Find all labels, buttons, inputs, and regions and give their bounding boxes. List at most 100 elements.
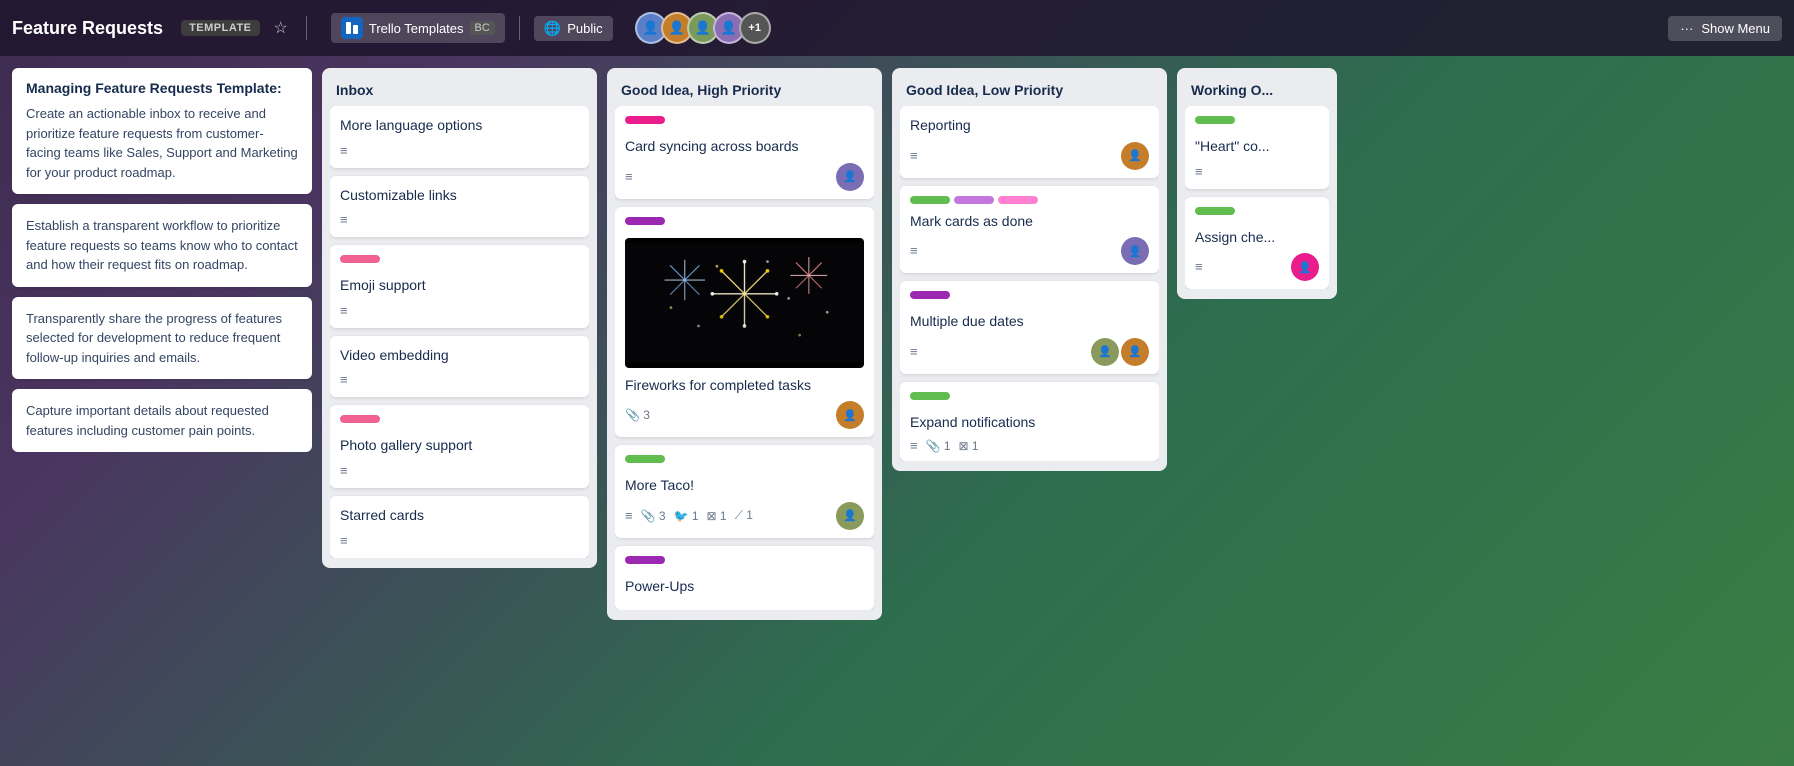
- card-assign[interactable]: Assign che... 👤: [1185, 197, 1329, 290]
- column-good-high-title: Good Idea, High Priority: [615, 78, 874, 106]
- card-title: Emoji support: [340, 276, 579, 296]
- template-badge: TEMPLATE: [181, 20, 259, 36]
- description-icon: [910, 343, 918, 361]
- card-icons: 📎 3 🐦 1 ⊠ 1 ⟋ 1: [625, 508, 753, 523]
- description-icon: [1195, 163, 1203, 180]
- board-content: Managing Feature Requests Template: Crea…: [0, 56, 1794, 766]
- attachment-count: 📎 1: [926, 439, 951, 453]
- card-reporting[interactable]: Reporting 👤: [900, 106, 1159, 178]
- card-avatars: 👤 👤: [1091, 338, 1149, 366]
- card-footer: 👤: [625, 163, 864, 191]
- working-cards-list: "Heart" co... Assign che... 👤: [1185, 106, 1329, 289]
- card-title: Card syncing across boards: [625, 137, 864, 157]
- column-good-low-title: Good Idea, Low Priority: [900, 78, 1159, 106]
- card-member-avatar: 👤: [1091, 338, 1119, 366]
- card-title: Assign che...: [1195, 228, 1319, 248]
- card-customizable-links[interactable]: Customizable links: [330, 176, 589, 238]
- card-multiple-due-dates[interactable]: Multiple due dates 👤 👤: [900, 281, 1159, 374]
- card-footer: 👤: [910, 142, 1149, 170]
- column-good-low: Good Idea, Low Priority Reporting 👤 Mark…: [892, 68, 1167, 471]
- card-member-avatar: 👤: [836, 502, 864, 530]
- column-inbox-title: Inbox: [330, 78, 589, 106]
- card-label: [1195, 207, 1235, 215]
- header-divider: [306, 16, 307, 40]
- card-card-syncing[interactable]: Card syncing across boards 👤: [615, 106, 874, 199]
- card-footer: 👤: [910, 237, 1149, 265]
- slash-count: ⟋ 1: [735, 508, 753, 523]
- card-title: Video embedding: [340, 346, 579, 366]
- card-title: Multiple due dates: [910, 312, 1149, 332]
- card-title: Reporting: [910, 116, 1149, 136]
- card-fireworks[interactable]: Fireworks for completed tasks 📎 3 👤: [615, 207, 874, 438]
- good-low-cards-list: Reporting 👤 Mark cards as done 👤: [900, 106, 1159, 461]
- card-cover-image: [625, 238, 864, 368]
- card-label: [625, 556, 665, 564]
- good-high-cards-list: Card syncing across boards 👤: [615, 106, 874, 610]
- card-photo-gallery[interactable]: Photo gallery support: [330, 405, 589, 488]
- workspace-button[interactable]: Trello Templates BC: [331, 13, 505, 43]
- card-label: [625, 217, 665, 225]
- card-label-pink: [340, 255, 380, 263]
- card-member-avatar: 👤: [1121, 338, 1149, 366]
- card-footer: 📎 3 👤: [625, 401, 864, 429]
- description-icon: [1195, 258, 1203, 276]
- desc-card-3: Transparently share the progress of feat…: [12, 297, 312, 380]
- card-more-language[interactable]: More language options: [330, 106, 589, 168]
- card-labels: [910, 196, 1149, 204]
- card-title: Fireworks for completed tasks: [625, 376, 864, 396]
- card-label: [910, 291, 950, 299]
- desc-para-3: Transparently share the progress of feat…: [26, 309, 298, 368]
- card-heart[interactable]: "Heart" co...: [1185, 106, 1329, 189]
- description-icon: [910, 147, 918, 165]
- card-member-avatar: 👤: [1121, 237, 1149, 265]
- description-icon: [340, 211, 348, 228]
- desc-para-4: Capture important details about requeste…: [26, 401, 298, 440]
- card-label: [910, 392, 950, 400]
- description-icon: [340, 462, 348, 479]
- card-emoji[interactable]: Emoji support: [330, 245, 589, 328]
- desc-para-1: Create an actionable inbox to receive an…: [26, 104, 298, 182]
- inbox-cards-list: More language options Customizable links…: [330, 106, 589, 558]
- checklist-count: ⊠ 1: [959, 439, 979, 453]
- header-divider2: [519, 16, 520, 40]
- globe-icon: 🌐: [544, 20, 561, 37]
- description-icon: [340, 532, 348, 549]
- desc-title: Managing Feature Requests Template:: [26, 80, 298, 96]
- card-title: Mark cards as done: [910, 212, 1149, 232]
- card-mark-done[interactable]: Mark cards as done 👤: [900, 186, 1159, 274]
- tweet-count: 🐦 1: [674, 509, 699, 523]
- card-video-embedding[interactable]: Video embedding: [330, 336, 589, 398]
- card-label: [625, 116, 665, 124]
- label-green: [910, 196, 950, 204]
- star-button[interactable]: ☆: [270, 14, 292, 42]
- card-starred-cards[interactable]: Starred cards: [330, 496, 589, 558]
- card-footer: 👤 👤: [910, 338, 1149, 366]
- column-working-on: Working O... "Heart" co... Assign che...…: [1177, 68, 1337, 299]
- visibility-label: Public: [567, 21, 602, 36]
- show-menu-button[interactable]: ··· Show Menu: [1668, 16, 1782, 41]
- visibility-button[interactable]: 🌐 Public: [534, 16, 613, 41]
- card-title: Photo gallery support: [340, 436, 579, 456]
- description-icon: [340, 302, 348, 319]
- card-label: [625, 455, 665, 463]
- card-title: More Taco!: [625, 476, 864, 496]
- description-icon: [625, 168, 633, 186]
- description-icon: [910, 242, 918, 260]
- card-icons: 📎 3: [625, 408, 650, 422]
- label-purple: [954, 196, 994, 204]
- description-column: Managing Feature Requests Template: Crea…: [12, 68, 312, 452]
- card-title: Expand notifications: [910, 413, 1149, 433]
- attachment-count: 📎 3: [625, 408, 650, 422]
- card-expand-notifications[interactable]: Expand notifications 📎 1 ⊠ 1: [900, 382, 1159, 462]
- column-good-high: Good Idea, High Priority Card syncing ac…: [607, 68, 882, 620]
- card-member-avatar: 👤: [836, 401, 864, 429]
- card-more-taco[interactable]: More Taco! 📎 3 🐦 1 ⊠ 1 ⟋ 1 👤: [615, 445, 874, 538]
- card-label: [1195, 116, 1235, 124]
- description-icon: [340, 371, 348, 388]
- desc-card-1: Managing Feature Requests Template: Crea…: [12, 68, 312, 194]
- avatar-overflow[interactable]: +1: [739, 12, 771, 44]
- description-icon: [625, 508, 633, 523]
- card-powerups[interactable]: Power-Ups: [615, 546, 874, 611]
- column-working-title: Working O...: [1185, 78, 1329, 106]
- card-footer: 📎 1 ⊠ 1: [910, 438, 1149, 453]
